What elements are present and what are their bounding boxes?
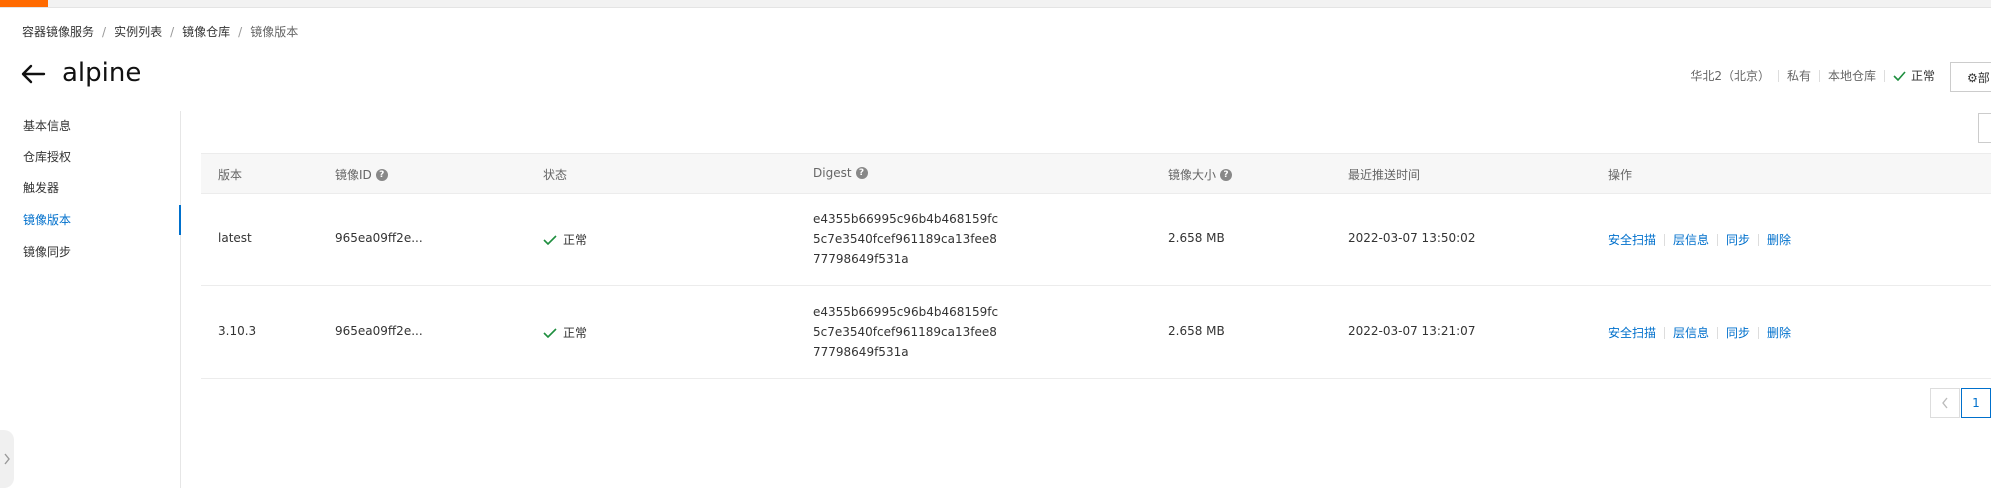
table-row: 3.10.3 965ea09ff2e... 正常 e4355b66995c96b… [201,286,1991,379]
cell-size: 2.658 MB [1168,231,1225,245]
column-header-last-pushed: 最近推送时间 [1348,168,1421,182]
breadcrumb-item-container-service[interactable]: 容器镜像服务 [22,25,94,39]
cell-actions: 安全扫描 层信息 同步 删除 [1608,324,1791,341]
pagination-page-current[interactable]: 1 [1961,388,1991,418]
deploy-button-label: 部 [1977,71,1990,85]
divider [1883,69,1885,82]
cell-tag: latest [218,231,252,245]
status-label: 正常 [563,233,588,247]
repo-region: 华北2（北京） [1690,69,1770,83]
chevron-left-icon [1942,397,1948,409]
divider [1758,326,1760,339]
breadcrumb-item-current: 镜像版本 [250,25,299,39]
column-header-digest: Digest? [813,166,868,180]
status-label: 正常 [563,326,588,340]
help-icon[interactable]: ? [1220,168,1233,181]
table-header: 版本 镜像ID? 状态 Digest? 镜像大小? 最近推送时间 操作 [201,153,1991,194]
sidebar-item-image-sync[interactable]: 镜像同步 [0,237,180,267]
divider [1777,69,1779,82]
cell-status: 正常 [543,231,587,248]
check-icon [543,234,557,245]
help-icon[interactable]: ? [855,167,868,179]
delete-link[interactable]: 删除 [1767,324,1791,341]
check-icon [543,327,557,338]
repository-status-bar: 华北2（北京） 私有 本地仓库 正常 [1690,67,1935,84]
column-header-status: 状态 [543,168,568,182]
repo-type: 本地仓库 [1827,69,1876,83]
cell-last-pushed: 2022-03-07 13:21:07 [1348,324,1476,338]
column-header-size: 镜像大小? [1168,166,1233,183]
divider [1717,233,1719,246]
breadcrumb-separator: / [102,25,107,39]
cell-status: 正常 [543,324,587,341]
breadcrumb: 容器镜像服务 / 实例列表 / 镜像仓库 / 镜像版本 [22,23,298,40]
sidebar-collapse-toggle[interactable] [0,430,14,488]
toolbar-button[interactable] [1978,113,1991,143]
breadcrumb-item-repositories[interactable]: 镜像仓库 [182,25,230,39]
pagination-prev-button[interactable] [1930,388,1960,418]
repo-visibility: 私有 [1786,69,1811,83]
breadcrumb-separator: / [238,25,243,39]
cell-size: 2.658 MB [1168,324,1225,338]
divider [1758,233,1760,246]
column-header-tag: 版本 [218,168,243,182]
table-row: latest 965ea09ff2e... 正常 e4355b66995c96b… [201,193,1991,286]
cell-digest: e4355b66995c96b4b468159fc 5c7e3540fcef96… [813,212,999,266]
sidebar-item-image-tags[interactable]: 镜像版本 [0,205,181,235]
column-header-actions: 操作 [1608,168,1633,182]
sidebar-item-basic-info[interactable]: 基本信息 [0,111,180,141]
sidebar-item-repo-authorization[interactable]: 仓库授权 [0,142,180,172]
divider [1818,69,1820,82]
sync-link[interactable]: 同步 [1726,231,1750,248]
breadcrumb-item-instance-list[interactable]: 实例列表 [114,25,162,39]
brand-accent [0,0,48,7]
sidebar: 基本信息 仓库授权 触发器 镜像版本 镜像同步 [0,111,181,488]
delete-link[interactable]: 删除 [1767,231,1791,248]
repo-state-label: 正常 [1910,69,1935,83]
breadcrumb-separator: / [170,25,175,39]
back-arrow-icon[interactable] [20,63,48,85]
security-scan-link[interactable]: 安全扫描 [1608,324,1656,341]
page-title: alpine [62,58,142,88]
divider [1717,326,1719,339]
security-scan-link[interactable]: 安全扫描 [1608,231,1656,248]
deploy-icon: ⚙ [1967,71,1978,85]
divider [1664,326,1666,339]
chevron-right-icon [4,453,10,465]
top-navigation-bar [0,0,1991,8]
layer-info-link[interactable]: 层信息 [1673,324,1709,341]
repo-state: 正常 [1893,67,1935,84]
check-icon [1893,70,1906,81]
cell-actions: 安全扫描 层信息 同步 删除 [1608,231,1791,248]
deploy-button[interactable]: ⚙部 [1950,62,1991,92]
help-icon[interactable]: ? [375,168,388,181]
cell-digest: e4355b66995c96b4b468159fc 5c7e3540fcef96… [813,305,999,359]
sidebar-item-triggers[interactable]: 触发器 [0,173,180,203]
cell-image-id: 965ea09ff2e... [335,231,423,245]
cell-tag: 3.10.3 [218,324,257,338]
layer-info-link[interactable]: 层信息 [1673,231,1709,248]
divider [1664,233,1666,246]
cell-last-pushed: 2022-03-07 13:50:02 [1348,231,1476,245]
column-header-image-id: 镜像ID? [335,166,388,183]
cell-image-id: 965ea09ff2e... [335,324,423,338]
sync-link[interactable]: 同步 [1726,324,1750,341]
